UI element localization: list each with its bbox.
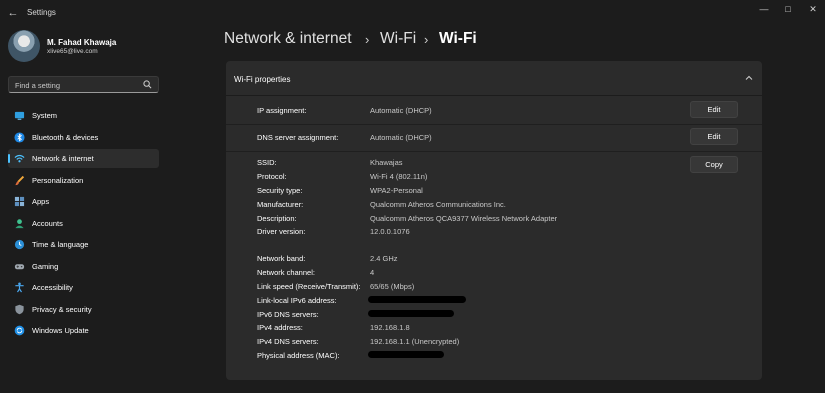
detail-label: Protocol: — [257, 172, 287, 181]
monitor-icon — [14, 111, 25, 120]
breadcrumb-wifi[interactable]: Wi-Fi — [380, 30, 416, 48]
redacted-value — [368, 351, 444, 358]
sidebar-item-privacy-security[interactable]: Privacy & security — [8, 300, 159, 319]
apps-icon — [14, 196, 25, 207]
sidebar-item-label: Windows Update — [32, 326, 89, 335]
edit-ip-button[interactable]: Edit — [690, 101, 738, 118]
search-box[interactable]: Find a setting — [8, 76, 159, 93]
detail-label: Description: — [257, 214, 297, 223]
network-label: IPv6 DNS servers: — [257, 310, 319, 319]
user-name: M. Fahad Khawaja — [47, 38, 117, 47]
sidebar-item-label: Accessibility — [32, 283, 73, 292]
detail-value: Qualcomm Atheros QCA9377 Wireless Networ… — [370, 214, 558, 223]
dns-assignment-value: Automatic (DHCP) — [370, 133, 432, 142]
sidebar-item-label: Accounts — [32, 218, 63, 228]
network-label: Network channel: — [257, 268, 315, 277]
sidebar-item-label: Personalization — [32, 175, 84, 185]
network-label: Network band: — [257, 254, 306, 263]
network-value: 2.4 GHz — [370, 254, 398, 263]
sidebar-item-accounts[interactable]: Accounts — [8, 214, 159, 233]
sidebar-item-gaming[interactable]: Gaming — [8, 257, 159, 276]
wifi-icon — [14, 154, 25, 163]
network-value: 65/65 (Mbps) — [370, 282, 415, 291]
redacted-value — [368, 310, 454, 317]
sidebar-item-system[interactable]: System — [8, 106, 159, 125]
search-input[interactable]: Find a setting — [15, 81, 60, 90]
detail-value: Wi-Fi 4 (802.11n) — [370, 172, 428, 181]
person-icon — [15, 218, 24, 228]
globe-clock-icon — [14, 239, 25, 250]
dns-assignment-label: DNS server assignment: — [257, 133, 339, 142]
sidebar-item-label: Privacy & security — [32, 304, 92, 314]
accessibility-icon — [15, 282, 24, 293]
update-icon — [14, 325, 25, 336]
search-icon[interactable] — [143, 80, 152, 89]
detail-value: Qualcomm Atheros Communications Inc. — [370, 200, 506, 209]
sidebar-item-label: System — [32, 111, 58, 120]
back-arrow-icon[interactable]: ← — [6, 6, 20, 20]
close-icon[interactable]: ✕ — [802, 3, 824, 15]
gamepad-icon — [14, 263, 25, 269]
sidebar-item-time-language[interactable]: Time & language — [8, 235, 159, 254]
sidebar-item-bluetooth[interactable]: Bluetooth & devices — [8, 128, 159, 147]
breadcrumb-separator: › — [365, 32, 370, 47]
redacted-value — [368, 296, 466, 303]
network-value: 192.168.1.8 — [370, 323, 410, 332]
sidebar-item-windows-update[interactable]: Windows Update — [8, 321, 159, 340]
ip-assignment-value: Automatic (DHCP) — [370, 106, 432, 115]
sidebar-item-accessibility[interactable]: Accessibility — [8, 278, 159, 297]
detail-value: WPA2-Personal — [370, 186, 423, 195]
breadcrumb-separator: › — [424, 32, 429, 47]
shield-icon — [15, 304, 24, 314]
detail-label: Manufacturer: — [257, 200, 304, 209]
network-label: Link-local IPv6 address: — [257, 296, 337, 305]
detail-value: 12.0.0.1076 — [370, 227, 410, 236]
chevron-up-icon[interactable] — [744, 73, 754, 83]
network-label: IPv4 DNS servers: — [257, 337, 319, 346]
sidebar-item-label: Network & internet — [32, 154, 94, 163]
brush-icon — [15, 175, 25, 185]
sidebar-item-label: Bluetooth & devices — [32, 132, 99, 142]
avatar[interactable] — [8, 30, 40, 62]
sidebar-nav: System Bluetooth & devices Network & int… — [8, 106, 159, 343]
ip-assignment-label: IP assignment: — [257, 106, 307, 115]
page-title: Wi-Fi — [439, 30, 477, 47]
minimize-icon[interactable]: — — [753, 3, 775, 15]
app-title: Settings — [27, 8, 56, 17]
panel-title: Wi-Fi properties — [234, 75, 291, 84]
bluetooth-icon — [14, 131, 25, 143]
network-value: 4 — [370, 268, 375, 277]
network-value: 192.168.1.1 (Unencrypted) — [370, 337, 460, 346]
detail-label: Driver version: — [257, 227, 306, 236]
sidebar-item-personalization[interactable]: Personalization — [8, 171, 159, 190]
divider — [226, 124, 762, 125]
wifi-properties-panel: Wi-Fi properties IP assignment: Automati… — [226, 61, 762, 380]
wifi-properties-header[interactable]: Wi-Fi properties — [226, 61, 762, 96]
detail-label: Security type: — [257, 186, 303, 195]
network-label: Physical address (MAC): — [257, 351, 340, 360]
sidebar-item-label: Time & language — [32, 240, 89, 249]
network-label: Link speed (Receive/Transmit): — [257, 282, 361, 291]
sidebar-item-network[interactable]: Network & internet — [8, 149, 159, 168]
maximize-icon[interactable]: □ — [777, 3, 799, 15]
user-email: xlive65@live.com — [47, 48, 98, 55]
breadcrumb-network-internet[interactable]: Network & internet — [224, 30, 352, 48]
sidebar-item-apps[interactable]: Apps — [8, 192, 159, 211]
copy-button[interactable]: Copy — [690, 156, 738, 173]
divider — [226, 151, 762, 152]
detail-value: Khawajas — [370, 158, 403, 167]
detail-label: SSID: — [257, 158, 277, 167]
edit-dns-button[interactable]: Edit — [690, 128, 738, 145]
sidebar-item-label: Apps — [32, 197, 50, 206]
network-label: IPv4 address: — [257, 323, 303, 332]
title-bar: ← Settings — □ ✕ — [0, 0, 825, 26]
sidebar-item-label: Gaming — [32, 261, 59, 271]
